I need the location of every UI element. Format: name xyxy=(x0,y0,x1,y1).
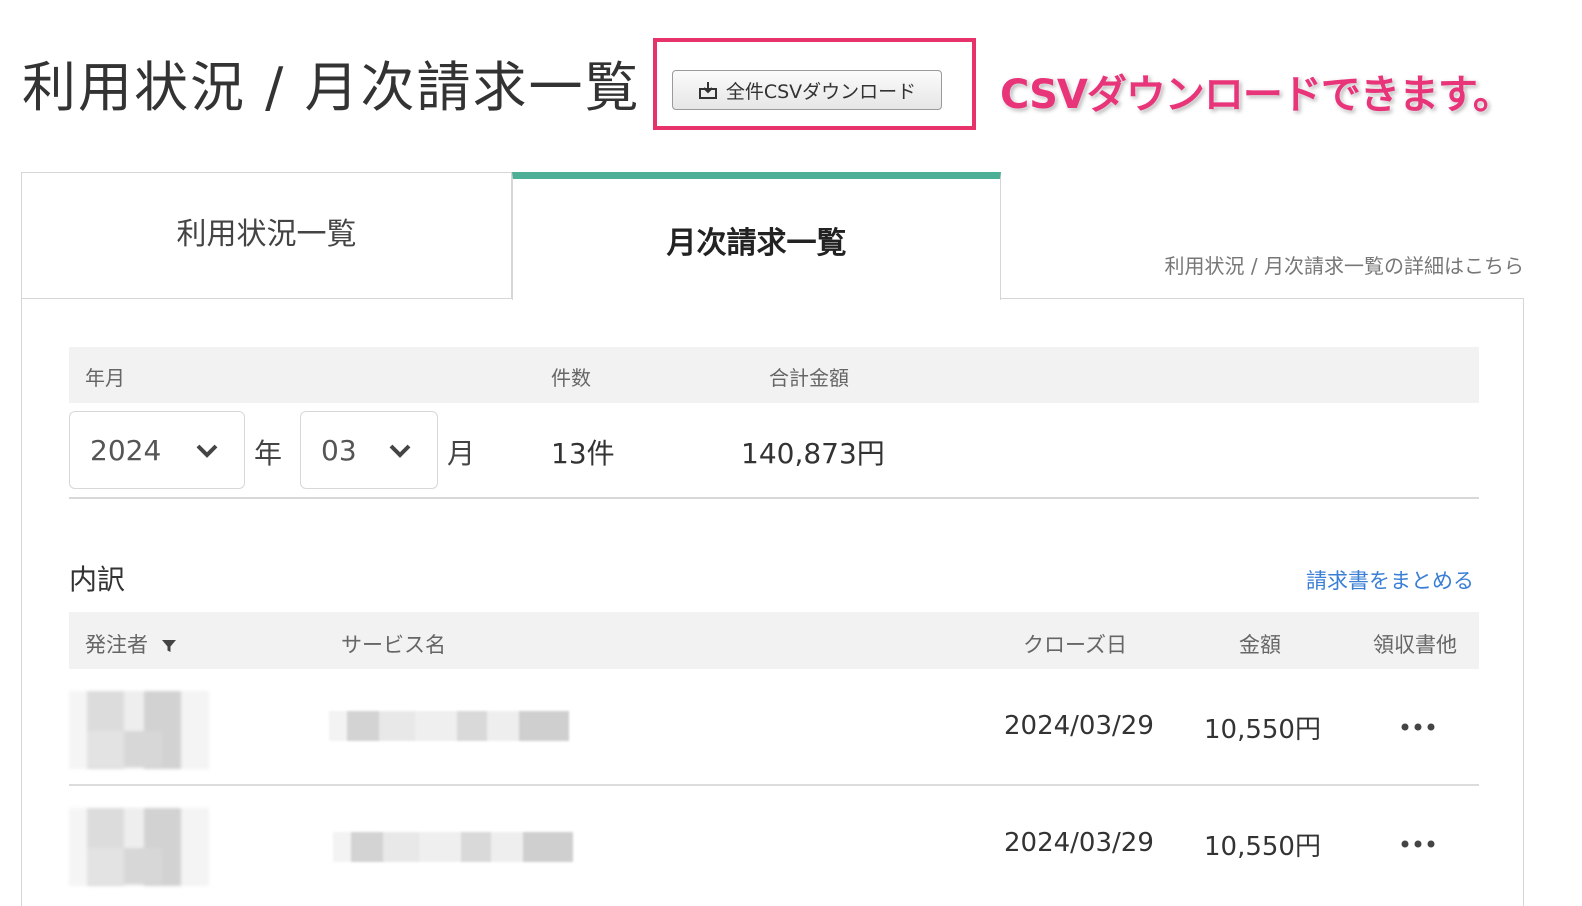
year-value: 2024 xyxy=(90,433,162,467)
year-unit: 年 xyxy=(254,437,283,470)
details-link[interactable]: 利用状況 / 月次請求一覧の詳細はこちら xyxy=(1165,250,1524,279)
orderer-redacted xyxy=(69,808,209,886)
tab-monthly-billing[interactable]: 月次請求一覧 xyxy=(512,172,1001,300)
th-receipt: 領収書他 xyxy=(1373,633,1457,657)
service-redacted xyxy=(333,832,573,862)
tab-monthly-billing-label: 月次請求一覧 xyxy=(666,225,847,261)
year-select[interactable]: 2024 xyxy=(69,411,245,489)
summary-count: 13件 xyxy=(551,437,615,470)
csv-download-button[interactable]: 全件CSVダウンロード xyxy=(672,70,942,110)
more-horizontal-icon[interactable] xyxy=(1400,839,1436,849)
th-service: サービス名 xyxy=(341,633,446,657)
page-title: 利用状況 / 月次請求一覧 xyxy=(22,56,641,119)
csv-download-label: 全件CSVダウンロード xyxy=(725,80,917,103)
summary-divider xyxy=(69,497,1479,499)
row-amount: 10,550円 xyxy=(1204,715,1321,745)
summary-col-count: 件数 xyxy=(551,366,591,390)
th-orderer[interactable]: 発注者 xyxy=(85,629,177,659)
download-icon xyxy=(698,82,717,99)
orderer-redacted xyxy=(69,691,209,769)
month-unit: 月 xyxy=(447,437,476,470)
summary-total: 140,873円 xyxy=(741,437,885,470)
month-select[interactable]: 03 xyxy=(300,411,438,489)
row-close-date: 2024/03/29 xyxy=(1004,828,1154,858)
service-redacted xyxy=(329,711,569,741)
chevron-down-icon xyxy=(389,444,411,458)
table-header: 発注者 サービス名 クローズ日 金額 領収書他 xyxy=(69,612,1479,669)
breakdown-title: 内訳 xyxy=(69,563,126,596)
summary-header: 年月 件数 合計金額 xyxy=(69,347,1479,403)
month-value: 03 xyxy=(321,433,357,467)
th-amount: 金額 xyxy=(1239,633,1281,657)
tab-usage-list-label: 利用状況一覧 xyxy=(176,217,357,252)
chevron-down-icon xyxy=(196,444,218,458)
table-row: 2024/03/29 10,550円 xyxy=(69,669,1479,786)
tab-usage-list[interactable]: 利用状況一覧 xyxy=(21,172,512,299)
callout-annotation: CSVダウンロードできます。 xyxy=(1000,72,1513,118)
row-amount: 10,550円 xyxy=(1204,832,1321,862)
summary-col-total: 合計金額 xyxy=(769,366,849,390)
more-horizontal-icon[interactable] xyxy=(1400,722,1436,732)
summary-col-yearmonth: 年月 xyxy=(85,366,125,390)
th-close-date: クローズ日 xyxy=(1023,633,1127,657)
filter-icon[interactable] xyxy=(161,638,177,654)
table-row: 2024/03/29 10,550円 xyxy=(69,786,1479,903)
merge-invoices-link[interactable]: 請求書をまとめる xyxy=(1306,565,1474,595)
th-orderer-label: 発注者 xyxy=(85,633,148,657)
row-close-date: 2024/03/29 xyxy=(1004,711,1154,741)
